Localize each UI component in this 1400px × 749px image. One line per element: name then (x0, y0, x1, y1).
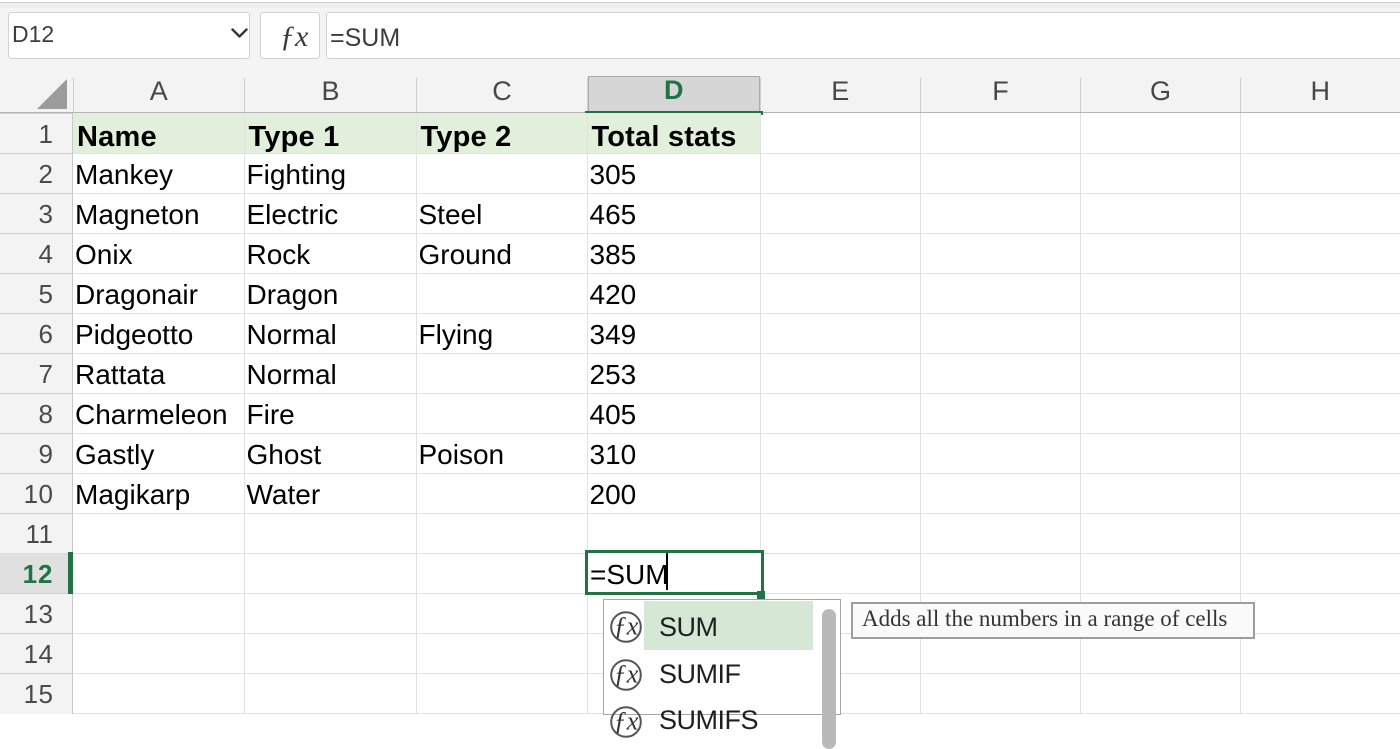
svg-text:ƒx: ƒx (614, 612, 639, 641)
svg-text:ƒx: ƒx (614, 659, 639, 688)
svg-text:ƒx: ƒx (614, 707, 639, 736)
